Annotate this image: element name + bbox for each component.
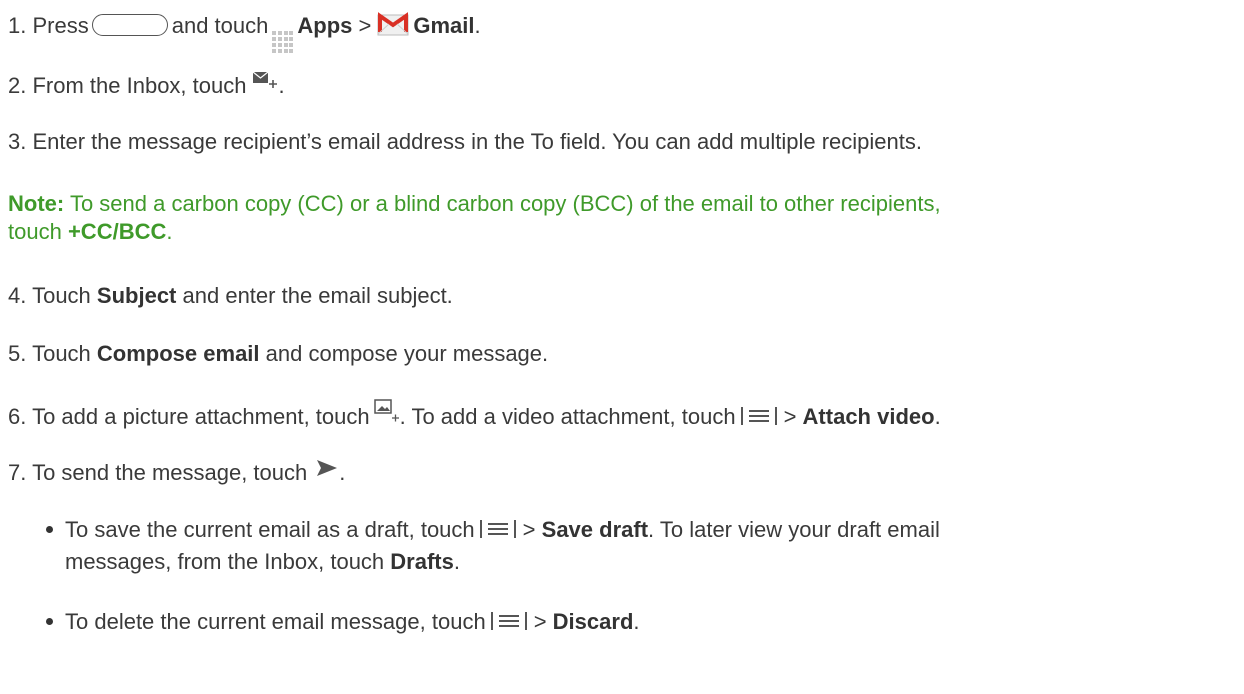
step-4: 4. Touch Subject and enter the email sub… <box>8 282 453 310</box>
period: . <box>453 549 460 574</box>
compose-email-label: Compose email <box>96 341 260 366</box>
menu-icon <box>740 407 777 425</box>
bullet-text: To delete the current email message, tou… <box>65 609 486 634</box>
step-number: 6. <box>8 404 27 429</box>
menu-icon <box>490 612 527 630</box>
bullet-text: messages, from the Inbox, touch <box>65 549 385 574</box>
step-6: 6. To add a picture attachment, touch . T… <box>8 398 941 431</box>
gmail-label: Gmail <box>413 13 475 38</box>
note: Note: To send a carbon copy (CC) or a bl… <box>8 190 941 218</box>
period: . <box>339 460 346 485</box>
apps-grid-icon <box>272 31 294 53</box>
step-text: and touch <box>171 13 269 38</box>
separator: > <box>533 609 547 634</box>
separator: > <box>783 404 797 429</box>
bullet-dot <box>46 617 53 625</box>
step-text: From the Inbox, touch <box>32 73 247 98</box>
attach-video-label: Attach video <box>802 404 935 429</box>
save-draft-label: Save draft <box>541 517 649 542</box>
picture-attach-icon <box>373 399 399 422</box>
step-text: To add a picture attachment, touch <box>32 404 370 429</box>
step-number: 2. <box>8 73 27 98</box>
step-text: . To add a video attachment, touch <box>399 404 736 429</box>
step-number: 7. <box>8 460 27 485</box>
note-text: To send a carbon copy (CC) or a blind ca… <box>69 191 941 216</box>
period: . <box>633 609 640 634</box>
period: . <box>166 219 173 244</box>
step-2: 2. From the Inbox, touch. <box>8 70 285 100</box>
step-text: and enter the email subject. <box>182 283 453 308</box>
step-7: 7. To send the message, touch. <box>8 458 345 487</box>
bullet-text: To save the current email as a draft, to… <box>65 517 475 542</box>
drafts-label: Drafts <box>390 549 454 574</box>
subject-label: Subject <box>96 283 177 308</box>
step-text: and compose your message. <box>265 341 549 366</box>
step-text: Press <box>32 13 89 38</box>
gmail-icon <box>377 12 409 36</box>
send-icon <box>317 460 338 476</box>
step-5: 5. Touch Compose email and compose your … <box>8 340 548 368</box>
step-number: 1. <box>8 13 27 38</box>
step-1: 1. Press and touch Apps > Gmail. <box>8 10 481 53</box>
period: . <box>934 404 941 429</box>
separator: > <box>358 13 372 38</box>
step-3: 3. Enter the message recipient’s email a… <box>8 128 922 156</box>
period: . <box>278 73 285 98</box>
period: . <box>474 13 481 38</box>
separator: > <box>522 517 536 542</box>
note-text: touch <box>8 219 62 244</box>
bullet-discard: To delete the current email message, tou… <box>46 608 640 636</box>
menu-icon <box>479 520 516 538</box>
discard-label: Discard <box>552 609 634 634</box>
bullet-dot <box>46 525 53 533</box>
step-text: Enter the message recipient’s email addr… <box>32 129 922 154</box>
step-number: 3. <box>8 129 27 154</box>
note-label: Note: <box>8 191 65 216</box>
bullet-save-draft-line-2: messages, from the Inbox, touch Drafts. <box>65 548 460 576</box>
step-text: Touch <box>32 341 91 366</box>
cc-bcc-label: +CC/BCC <box>67 219 167 244</box>
step-text: To send the message, touch <box>32 460 308 485</box>
home-key-icon <box>91 14 168 36</box>
note-line-2: touch +CC/BCC. <box>8 218 172 246</box>
apps-label: Apps <box>297 13 353 38</box>
step-number: 4. <box>8 283 27 308</box>
bullet-save-draft: To save the current email as a draft, to… <box>46 516 940 544</box>
compose-icon <box>253 71 278 88</box>
bullet-text: . To later view your draft email <box>648 517 940 542</box>
step-text: Touch <box>32 283 91 308</box>
step-number: 5. <box>8 341 27 366</box>
